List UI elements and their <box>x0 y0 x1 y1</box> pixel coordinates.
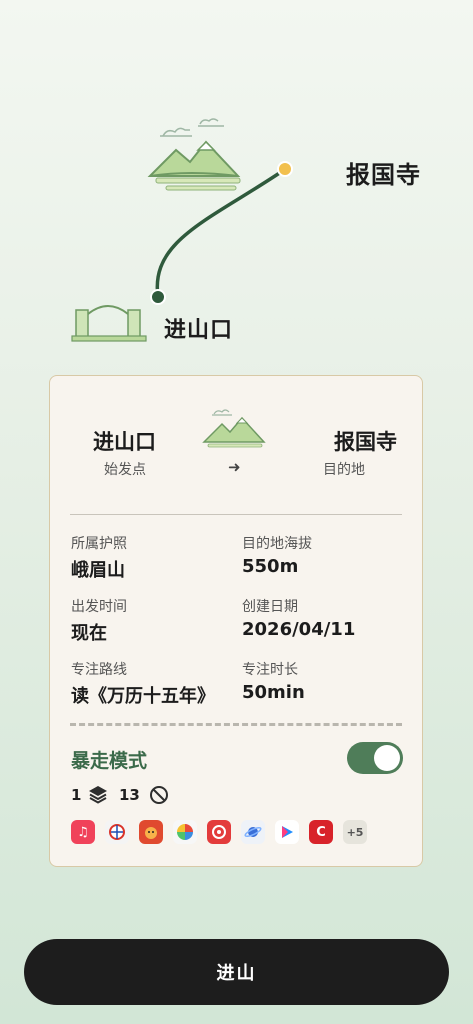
mode-title: 暴走模式 <box>71 750 148 772</box>
gate-icon <box>71 305 147 342</box>
count-b: 13 <box>119 786 140 804</box>
route-map <box>71 118 293 342</box>
cloud-icon <box>162 127 190 137</box>
mountain-icon <box>202 409 266 448</box>
created-label: 创建日期 <box>242 599 298 615</box>
tiger-app-icon <box>139 820 163 844</box>
trip-card: 进山口 始发点 ➜ 报国寺 目的地 所属护照 峨眉山 目的地海拔 550m 出发… <box>49 375 423 867</box>
altitude-label: 目的地海拔 <box>242 536 312 552</box>
destination-dot <box>277 161 293 177</box>
destination-label: 报国寺 <box>346 161 421 189</box>
pinwheel-app-icon <box>173 820 197 844</box>
mode-toggle[interactable] <box>347 742 403 774</box>
permit-label: 所属护照 <box>71 536 127 552</box>
depart-label: 出发时间 <box>71 599 127 615</box>
toggle-knob <box>374 745 400 771</box>
duration-value: 50min <box>242 682 305 703</box>
layers-icon <box>89 786 107 804</box>
permit-value: 峨眉山 <box>71 560 125 581</box>
dashed-divider <box>70 723 402 726</box>
ball-app-icon <box>105 820 129 844</box>
created-value: 2026/04/11 <box>242 619 356 640</box>
depart-value: 现在 <box>71 623 107 644</box>
c-app-icon: C <box>309 820 333 844</box>
youku-app-icon <box>275 820 299 844</box>
route-label: 专注路线 <box>71 662 127 678</box>
planet-app-icon <box>241 820 265 844</box>
start-label: 进山口 <box>164 318 234 343</box>
count-a: 1 <box>71 786 82 804</box>
more-apps-badge[interactable]: +5 <box>343 820 367 844</box>
divider <box>70 514 402 515</box>
end-sub: 目的地 <box>323 462 365 478</box>
arrow-icon: ➜ <box>228 458 241 476</box>
duration-label: 专注时长 <box>242 662 298 678</box>
start-dot <box>150 289 166 305</box>
music163-app-icon <box>207 820 231 844</box>
end-name: 报国寺 <box>334 430 397 454</box>
route-value: 读《万历十五年》 <box>71 686 215 707</box>
start-name: 进山口 <box>93 430 156 454</box>
mountain-icon <box>147 140 241 191</box>
block-icon <box>150 786 168 804</box>
start-sub: 始发点 <box>104 462 146 478</box>
altitude-value: 550m <box>242 556 299 577</box>
start-button[interactable]: 进山 <box>24 939 449 1005</box>
music-app-icon: ♫ <box>71 820 95 844</box>
